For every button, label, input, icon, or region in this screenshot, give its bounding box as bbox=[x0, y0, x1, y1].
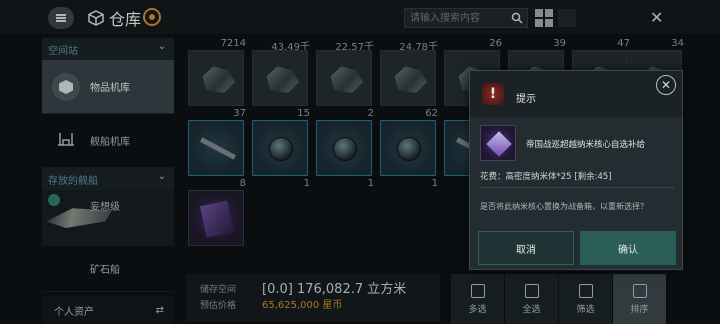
question-text: 是否将此纳米核心置换为战备箱，以重新选择？ bbox=[480, 202, 648, 211]
close-icon[interactable]: ✕ bbox=[656, 75, 676, 95]
alert-icon: ! bbox=[482, 83, 504, 105]
cost-text: 花费：高密度纳米体*25 [剩余:45] bbox=[480, 172, 612, 182]
confirm-button[interactable]: 确认 bbox=[580, 231, 676, 265]
dialog-title: 提示 bbox=[516, 94, 536, 105]
cancel-button[interactable]: 取消 bbox=[478, 231, 574, 265]
nano-core-icon bbox=[480, 125, 516, 161]
dialog-header: ! 提示 ✕ bbox=[470, 71, 682, 117]
dialog-item: 帝国战巡超越纳米核心自选补给 bbox=[480, 125, 674, 163]
divider bbox=[480, 187, 674, 188]
prompt-dialog: ! 提示 ✕ 帝国战巡超越纳米核心自选补给 花费：高密度纳米体*25 [剩余:4… bbox=[469, 70, 683, 270]
item-name: 帝国战巡超越纳米核心自选补给 bbox=[526, 140, 646, 150]
